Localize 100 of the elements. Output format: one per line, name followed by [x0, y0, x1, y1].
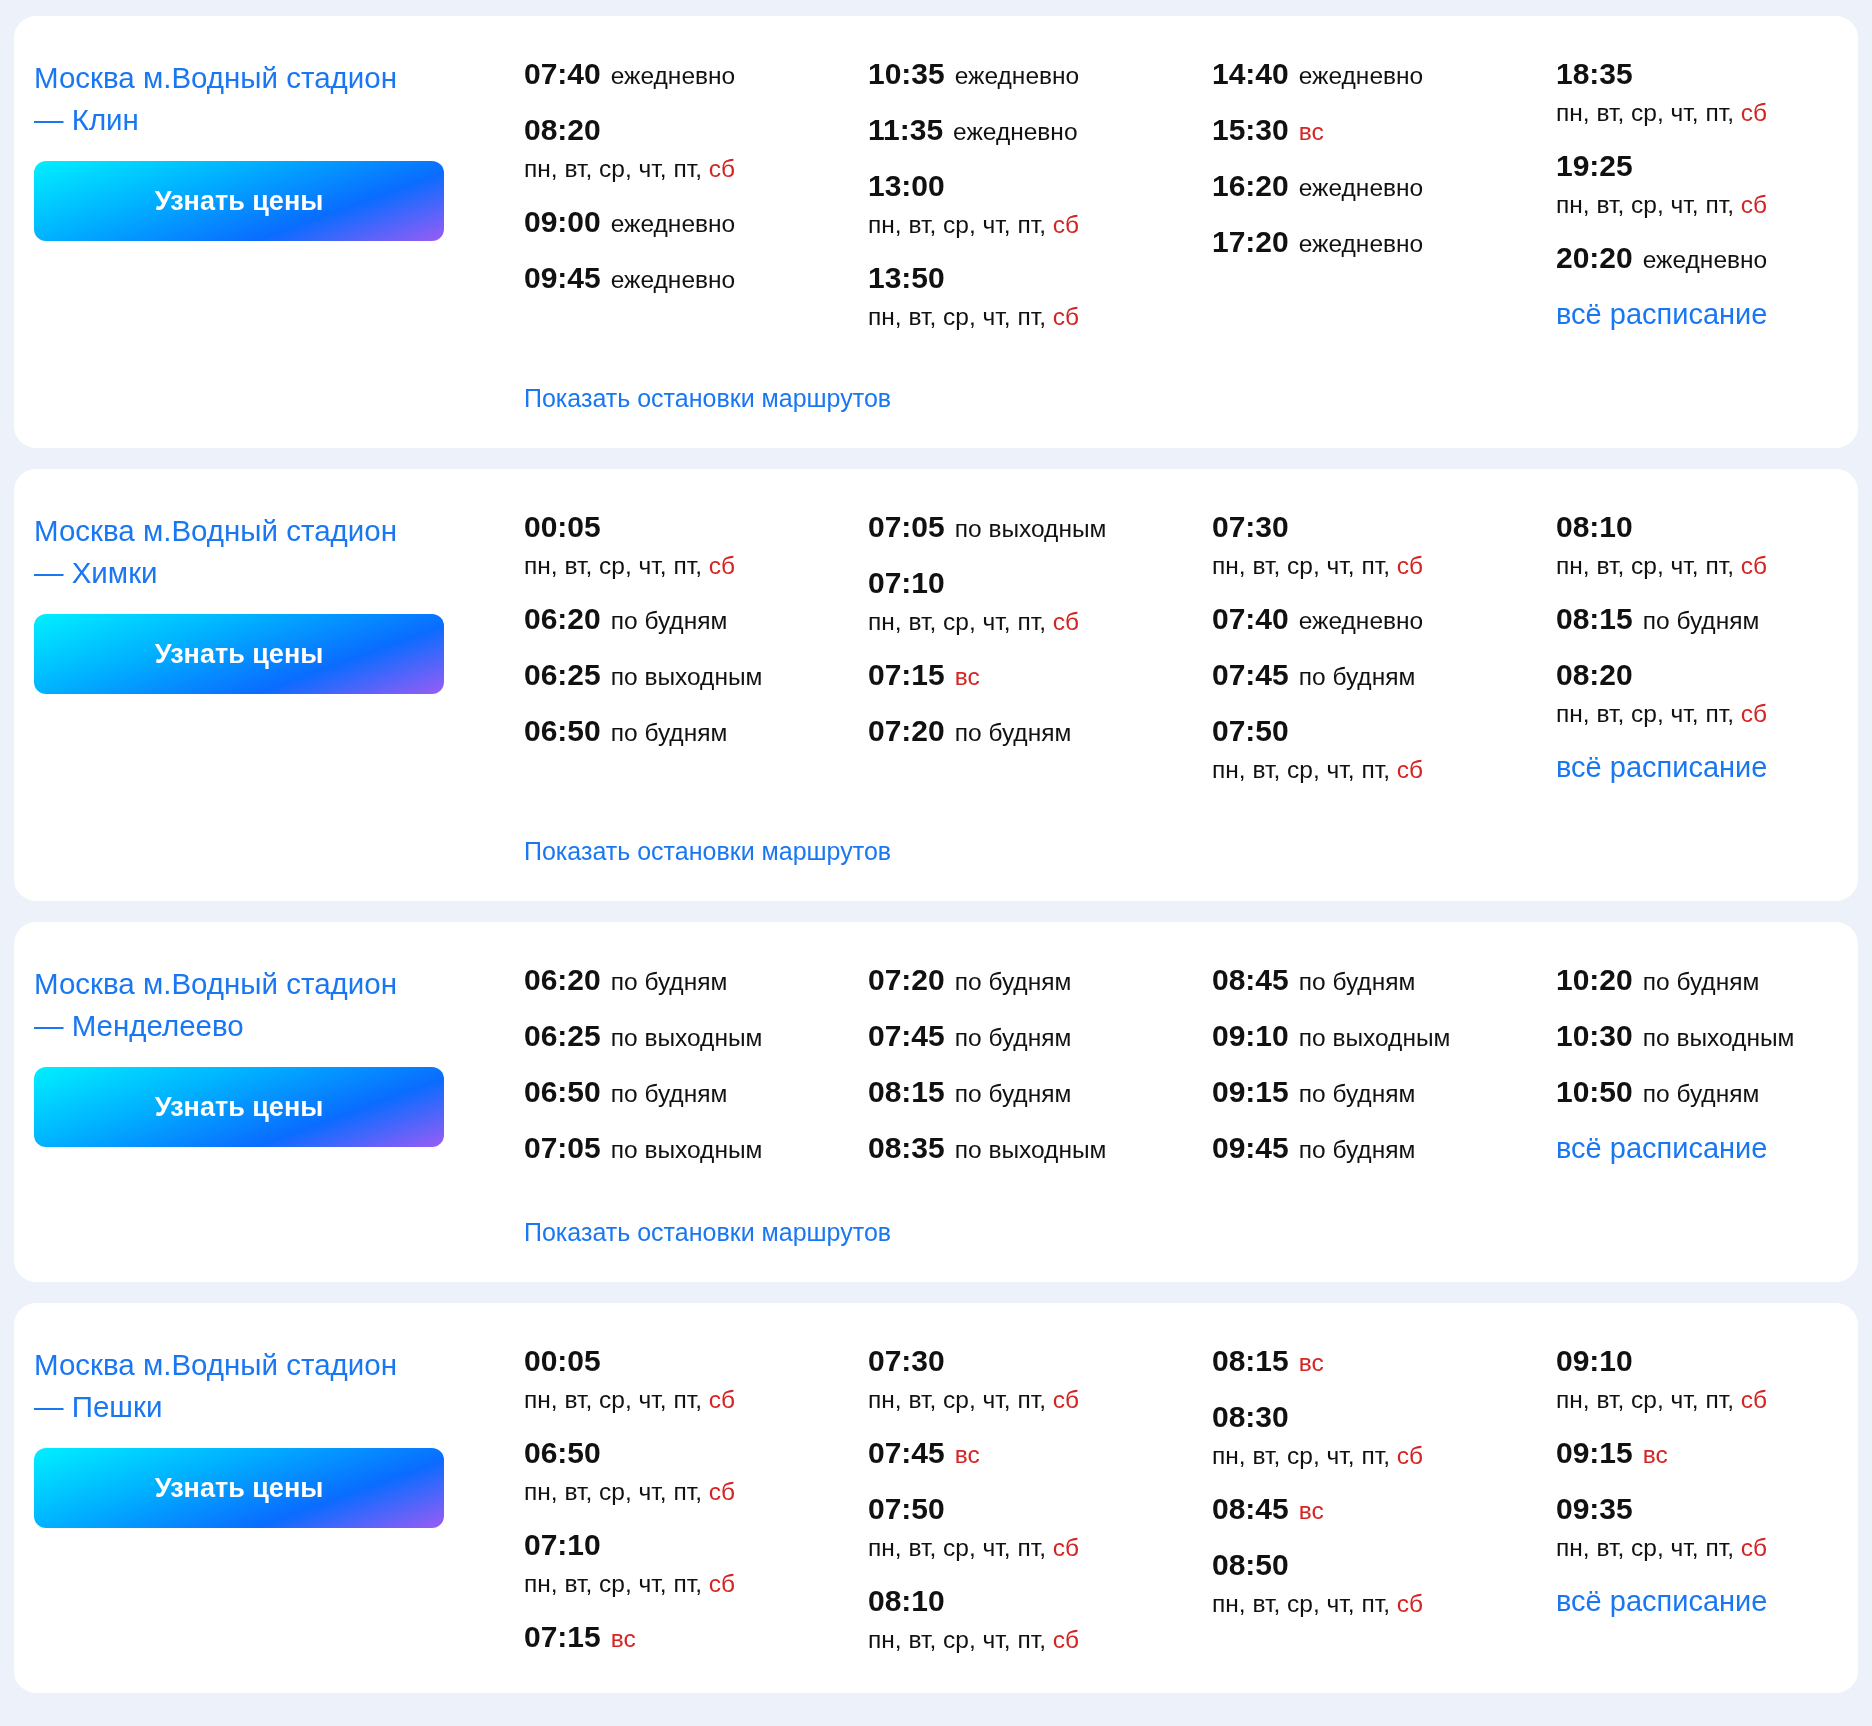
departure-time: 00:05 — [524, 509, 601, 545]
departure-time: 07:45 — [868, 1435, 945, 1471]
show-stops-link[interactable]: Показать остановки маршрутов — [524, 1216, 892, 1248]
days-note: пн, вт, ср, чт, пт, сб — [1556, 551, 1768, 581]
days-note: пн, вт, ср, чт, пт, сб — [1556, 190, 1768, 220]
departure-time: 09:15 — [1212, 1074, 1289, 1110]
show-stops-link[interactable]: Показать остановки маршрутов — [524, 835, 892, 867]
days-note: по будням — [1298, 967, 1416, 997]
days-note: пн, вт, ср, чт, пт, сб — [1212, 551, 1424, 581]
show-stops-link[interactable]: Показать остановки маршрутов — [524, 382, 892, 414]
days-note: вс — [1642, 1440, 1668, 1470]
days-note: пн, вт, ср, чт, пт, сб — [868, 607, 1080, 637]
departure-time: 09:00 — [524, 204, 601, 240]
departure-time: 07:30 — [868, 1343, 945, 1379]
days-note: пн, вт, ср, чт, пт, сб — [868, 1625, 1080, 1655]
days-note: по будням — [1642, 1079, 1760, 1109]
days-note: по будням — [1642, 967, 1760, 997]
departure-time: 07:40 — [1212, 601, 1289, 637]
days-note: ежедневно — [610, 209, 736, 239]
days-note: ежедневно — [953, 117, 1078, 147]
days-note: по будням — [954, 1023, 1072, 1053]
days-note: пн, вт, ср, чт, пт, сб — [868, 1533, 1080, 1563]
route-title[interactable]: Москва м.Водный стадион — Менделеево — [34, 963, 434, 1047]
departure-time: 08:20 — [1556, 657, 1633, 693]
departure-time: 10:35 — [868, 56, 945, 92]
departure-time: 08:45 — [1212, 962, 1289, 998]
departure-time: 06:50 — [524, 1074, 601, 1110]
full-schedule-link[interactable]: всё расписание — [1556, 1581, 1768, 1621]
prices-button[interactable]: Узнать цены — [34, 1067, 444, 1147]
departure-time: 07:20 — [868, 713, 945, 749]
days-note: по выходным — [610, 1023, 763, 1053]
days-note: по выходным — [1298, 1023, 1451, 1053]
full-schedule-link[interactable]: всё расписание — [1556, 294, 1768, 334]
departure-time: 13:50 — [868, 260, 945, 296]
days-note: вс — [1298, 1496, 1324, 1526]
departure-time: 08:50 — [1212, 1547, 1289, 1583]
days-note: по выходным — [954, 1135, 1107, 1165]
days-note: пн, вт, ср, чт, пт, сб — [1556, 1533, 1768, 1563]
departure-time: 10:50 — [1556, 1074, 1633, 1110]
departure-time: 07:15 — [868, 657, 945, 693]
days-note: по будням — [1298, 662, 1416, 692]
days-note: по выходным — [610, 662, 763, 692]
days-note: по будням — [954, 718, 1072, 748]
departure-time: 07:50 — [1212, 713, 1289, 749]
departure-time: 06:20 — [524, 601, 601, 637]
days-note: по будням — [954, 1079, 1072, 1109]
days-note: по будням — [610, 967, 728, 997]
departure-time: 08:15 — [868, 1074, 945, 1110]
days-note: по будням — [1642, 606, 1760, 636]
days-note: пн, вт, ср, чт, пт, сб — [1556, 1385, 1768, 1415]
days-note: по будням — [610, 1079, 728, 1109]
days-note: ежедневно — [1298, 606, 1424, 636]
days-note: ежедневно — [1642, 245, 1768, 275]
route-title[interactable]: Москва м.Водный стадион — Клин — [34, 57, 434, 141]
days-note: по будням — [610, 606, 728, 636]
prices-button[interactable]: Узнать цены — [34, 1448, 444, 1528]
departure-time: 19:25 — [1556, 148, 1633, 184]
departure-time: 06:25 — [524, 657, 601, 693]
days-note: по будням — [1298, 1079, 1416, 1109]
departure-time: 20:20 — [1556, 240, 1633, 276]
departure-time: 09:10 — [1212, 1018, 1289, 1054]
departure-time: 06:50 — [524, 713, 601, 749]
departure-time: 07:15 — [524, 1619, 601, 1655]
departure-time: 07:10 — [524, 1527, 601, 1563]
prices-button[interactable]: Узнать цены — [34, 161, 444, 241]
days-note: вс — [1298, 1348, 1324, 1378]
days-note: ежедневно — [610, 265, 736, 295]
departure-time: 08:45 — [1212, 1491, 1289, 1527]
departure-time: 08:10 — [868, 1583, 945, 1619]
departure-time: 17:20 — [1212, 224, 1289, 260]
full-schedule-link[interactable]: всё расписание — [1556, 747, 1768, 787]
days-note: пн, вт, ср, чт, пт, сб — [1212, 1441, 1424, 1471]
days-note: по будням — [610, 718, 728, 748]
route-title[interactable]: Москва м.Водный стадион — Химки — [34, 510, 434, 594]
days-note: ежедневно — [954, 61, 1080, 91]
departure-time: 06:50 — [524, 1435, 601, 1471]
route-title[interactable]: Москва м.Водный стадион — Пешки — [34, 1344, 434, 1428]
days-note: пн, вт, ср, чт, пт, сб — [524, 154, 736, 184]
departure-time: 08:30 — [1212, 1399, 1289, 1435]
days-note: по выходным — [1642, 1023, 1795, 1053]
departure-time: 08:15 — [1212, 1343, 1289, 1379]
full-schedule-link[interactable]: всё расписание — [1556, 1128, 1768, 1168]
days-note: пн, вт, ср, чт, пт, сб — [524, 1477, 736, 1507]
days-note: вс — [954, 1440, 980, 1470]
departure-time: 07:45 — [868, 1018, 945, 1054]
days-note: пн, вт, ср, чт, пт, сб — [868, 210, 1080, 240]
departure-time: 09:15 — [1556, 1435, 1633, 1471]
departure-time: 10:30 — [1556, 1018, 1633, 1054]
departure-time: 13:00 — [868, 168, 945, 204]
days-note: ежедневно — [610, 61, 736, 91]
days-note: вс — [954, 662, 980, 692]
departure-time: 08:20 — [524, 112, 601, 148]
days-note: пн, вт, ср, чт, пт, сб — [524, 1569, 736, 1599]
departure-time: 08:15 — [1556, 601, 1633, 637]
prices-button[interactable]: Узнать цены — [34, 614, 444, 694]
departure-time: 06:25 — [524, 1018, 601, 1054]
days-note: вс — [1298, 117, 1324, 147]
days-note: вс — [610, 1624, 636, 1654]
departure-time: 07:30 — [1212, 509, 1289, 545]
departure-time: 09:45 — [1212, 1130, 1289, 1166]
